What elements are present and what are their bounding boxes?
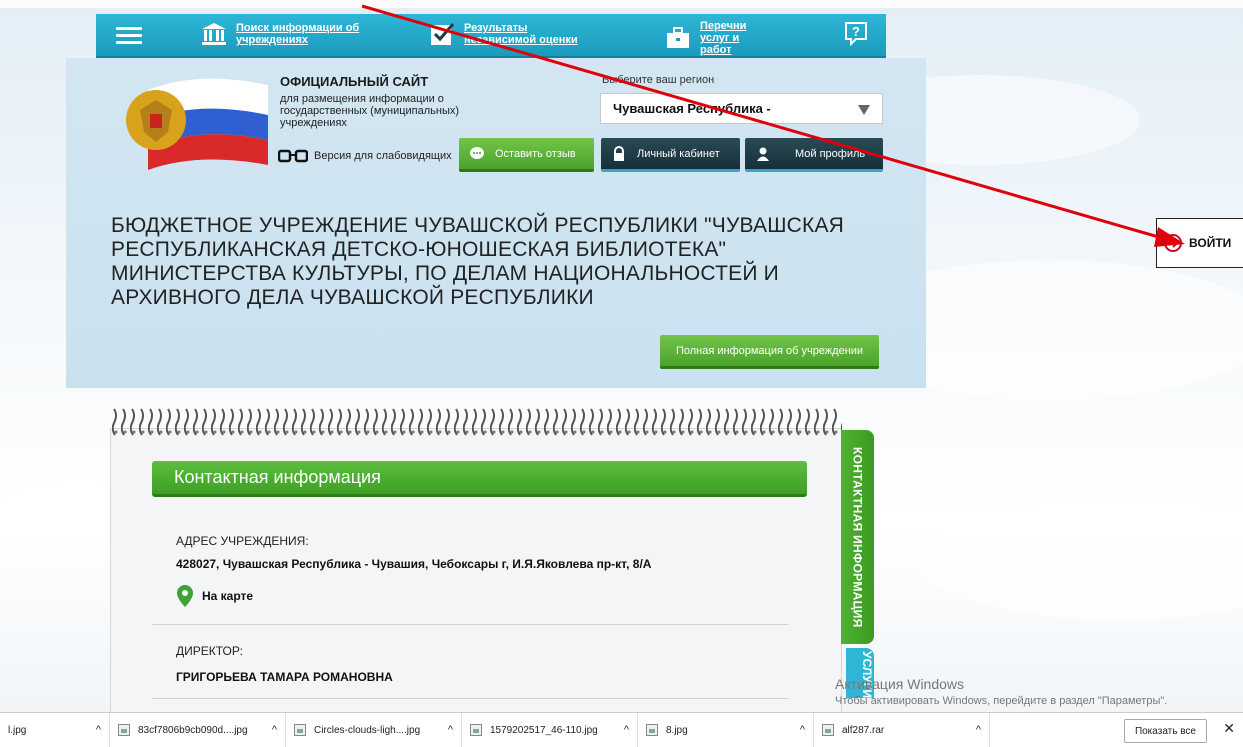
spiral-binding xyxy=(112,405,842,439)
image-file-icon xyxy=(118,724,130,736)
checkbox-icon xyxy=(431,23,455,45)
image-file-icon xyxy=(646,724,658,736)
feedback-button-label: Оставить отзыв xyxy=(495,147,576,160)
download-item-name: 83cf7806b9cb090d....jpg xyxy=(138,724,248,736)
site-description: для размещения информации о государствен… xyxy=(280,93,460,129)
user-icon xyxy=(757,147,769,161)
weak-vision-label[interactable]: Версия для слабовидящих xyxy=(314,150,452,162)
chevron-up-icon[interactable]: ^ xyxy=(96,724,101,736)
director-value: ГРИГОРЬЕВА ТАМАРА РОМАНОВНА xyxy=(176,670,393,684)
region-select[interactable]: Чувашская Республика - xyxy=(600,93,883,124)
chat-bubble-icon xyxy=(470,146,484,159)
close-icon[interactable]: ✕ xyxy=(1223,720,1235,737)
archive-file-icon xyxy=(822,724,834,736)
download-item[interactable]: Circles-clouds-ligh....jpg ^ xyxy=(286,713,462,747)
institution-icon xyxy=(202,23,226,45)
contact-section-header: Контактная информация xyxy=(152,461,807,497)
download-item[interactable]: alf287.rar ^ xyxy=(814,713,990,747)
region-label: Выберите ваш регион xyxy=(602,74,715,86)
show-all-label: Показать все xyxy=(1134,725,1196,737)
image-file-icon xyxy=(470,724,482,736)
region-select-value: Чувашская Республика - xyxy=(613,101,771,116)
side-tab-contact-label: КОНТАКТНАЯ ИНФОРМАЦИЯ xyxy=(850,446,865,628)
map-link[interactable]: На карте xyxy=(176,584,253,608)
institution-name: Бюджетное учреждение Чувашской Республик… xyxy=(111,214,845,309)
download-item[interactable]: 1579202517_46-110.jpg ^ xyxy=(462,713,638,747)
full-info-button[interactable]: Полная информация об учреждении xyxy=(660,335,879,369)
divider xyxy=(152,624,788,625)
download-item-name: Circles-clouds-ligh....jpg xyxy=(314,724,421,736)
my-profile-label: Мой профиль xyxy=(795,147,866,160)
nav-search-label[interactable]: Поиск информации об учреждениях xyxy=(236,22,366,46)
download-item-name: alf287.rar xyxy=(842,724,885,736)
download-item-name: l.jpg xyxy=(8,724,27,736)
chevron-up-icon[interactable]: ^ xyxy=(624,724,629,736)
top-navigation: Поиск информации об учреждениях Результа… xyxy=(96,14,886,58)
activation-watermark-title: Активация Windows xyxy=(835,676,965,692)
svg-text:?: ? xyxy=(852,24,860,39)
lock-icon xyxy=(614,145,624,161)
glasses-icon xyxy=(278,149,308,163)
download-item[interactable]: 83cf7806b9cb090d....jpg ^ xyxy=(110,713,286,747)
login-icon xyxy=(1164,234,1182,252)
nav-search-institutions[interactable]: Поиск информации об учреждениях xyxy=(200,20,366,48)
chevron-up-icon[interactable]: ^ xyxy=(272,724,277,736)
chevron-down-icon xyxy=(858,105,870,115)
menu-icon[interactable] xyxy=(116,24,142,46)
chevron-up-icon[interactable]: ^ xyxy=(448,724,453,736)
image-file-icon xyxy=(294,724,306,736)
download-item[interactable]: 8.jpg ^ xyxy=(638,713,814,747)
side-tab-contact[interactable]: КОНТАКТНАЯ ИНФОРМАЦИЯ xyxy=(841,430,874,644)
nav-lists-label[interactable]: Перечни услуг и работ xyxy=(700,20,770,56)
nav-evaluation-results[interactable]: Результаты независимой оценки xyxy=(428,20,584,48)
help-icon[interactable]: ? xyxy=(843,20,869,46)
map-pin-icon xyxy=(177,585,193,607)
download-item-name: 8.jpg xyxy=(666,724,688,736)
nav-services-lists[interactable]: Перечни услуг и работ xyxy=(664,20,770,56)
login-button[interactable]: ВОЙТИ xyxy=(1156,218,1243,268)
divider xyxy=(152,698,788,699)
russian-coat-of-arms-logo xyxy=(126,78,268,170)
chevron-up-icon[interactable]: ^ xyxy=(976,724,981,736)
nav-results-label[interactable]: Результаты независимой оценки xyxy=(464,22,584,46)
downloads-bar: l.jpg ^ 83cf7806b9cb090d....jpg ^ Circle… xyxy=(0,712,1243,747)
chevron-up-icon[interactable]: ^ xyxy=(800,724,805,736)
feedback-button[interactable]: Оставить отзыв xyxy=(459,138,594,172)
director-label: Директор: xyxy=(176,644,243,658)
site-title: ОФИЦИАЛЬНЫЙ САЙТ xyxy=(280,74,429,89)
download-item-name: 1579202517_46-110.jpg xyxy=(490,724,598,736)
weak-vision-link[interactable]: Версия для слабовидящих xyxy=(278,149,452,163)
address-label: Адрес учреждения: xyxy=(176,534,309,548)
contact-section-title: Контактная информация xyxy=(174,467,381,487)
login-label: ВОЙТИ xyxy=(1189,236,1232,250)
show-all-downloads-button[interactable]: Показать все xyxy=(1123,719,1207,743)
personal-cabinet-button[interactable]: Личный кабинет xyxy=(601,138,740,172)
full-info-label: Полная информация об учреждении xyxy=(675,344,864,357)
my-profile-button[interactable]: Мой профиль xyxy=(745,138,883,172)
download-item[interactable]: l.jpg ^ xyxy=(0,713,110,747)
activation-watermark-text: Чтобы активировать Windows, перейдите в … xyxy=(835,695,1168,707)
briefcase-icon xyxy=(667,27,689,48)
personal-cabinet-label: Личный кабинет xyxy=(637,147,720,160)
address-value: 428027, Чувашская Республика - Чувашия, … xyxy=(176,557,652,571)
browser-top-strip xyxy=(0,0,1243,8)
map-link-label[interactable]: На карте xyxy=(202,589,253,603)
